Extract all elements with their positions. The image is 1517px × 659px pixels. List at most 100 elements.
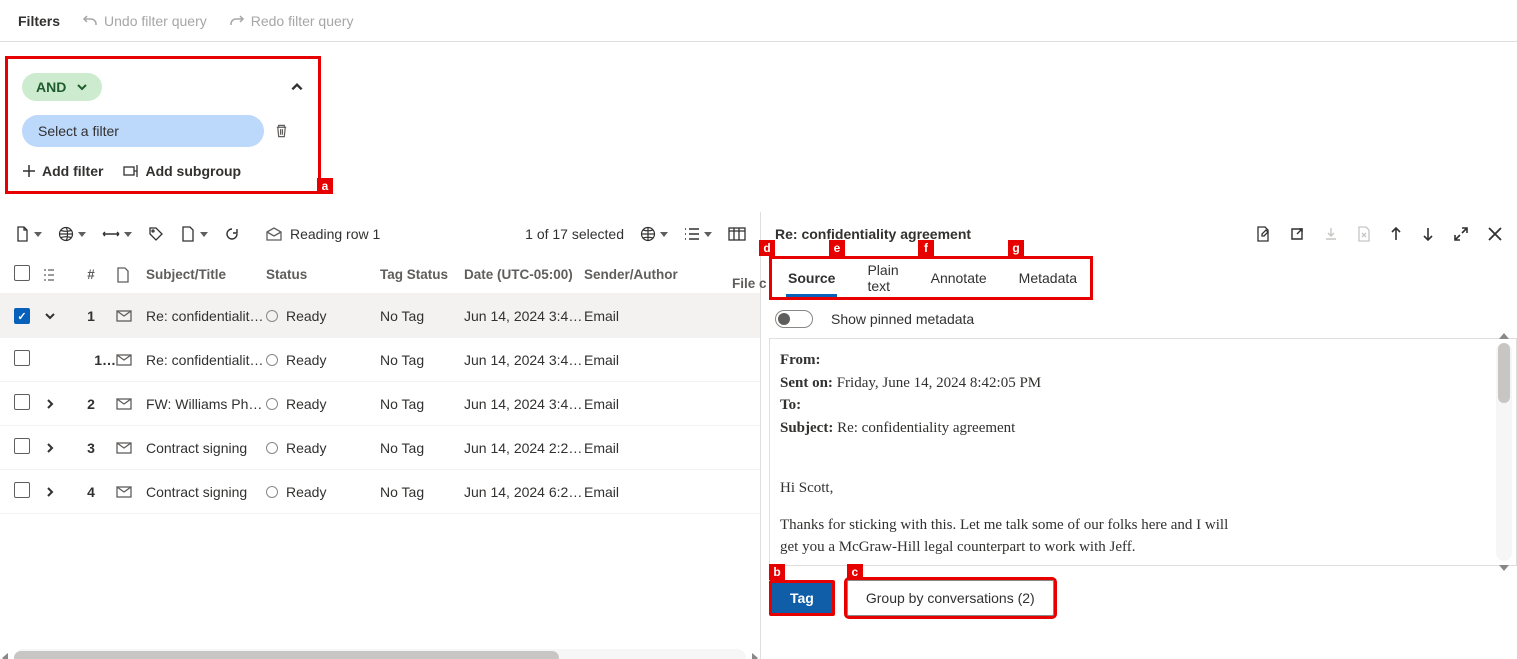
row-tag: No Tag xyxy=(380,396,464,412)
table-header: # Subject/Title Status Tag Status Date (… xyxy=(0,256,760,294)
file-icon-button[interactable] xyxy=(14,226,42,242)
globe-options-button[interactable] xyxy=(58,226,86,242)
col-tag[interactable]: Tag Status xyxy=(380,267,464,282)
delete-preview-button[interactable] xyxy=(1357,226,1371,242)
redo-filter-button[interactable]: Redo filter query xyxy=(229,13,354,29)
col-status[interactable]: Status xyxy=(266,267,380,282)
row-date: Jun 14, 2024 3:42:0… xyxy=(464,308,584,324)
tab-metadata[interactable]: Metadata xyxy=(1003,259,1093,297)
add-subgroup-button[interactable]: Add subgroup xyxy=(123,163,241,179)
callout-g: g xyxy=(1008,240,1024,256)
tab-plain-text[interactable]: Plain text xyxy=(851,259,914,297)
tag-icon-button[interactable] xyxy=(148,226,164,242)
vertical-scrollbar[interactable] xyxy=(1496,343,1512,561)
locale-button[interactable] xyxy=(640,226,668,242)
download-button[interactable] xyxy=(1323,226,1339,242)
table-row[interactable]: 1…Re: confidentiality …ReadyNo TagJun 14… xyxy=(0,338,760,382)
select-filter-pill[interactable]: Select a filter xyxy=(22,115,264,147)
show-pinned-toggle[interactable] xyxy=(775,310,813,328)
col-date[interactable]: Date (UTC-05:00) xyxy=(464,267,584,282)
status-dot-icon xyxy=(266,486,278,498)
next-item-button[interactable] xyxy=(1421,226,1435,242)
undo-filter-button[interactable]: Undo filter query xyxy=(82,13,207,29)
select-all-checkbox[interactable] xyxy=(14,265,30,281)
sent-label: Sent on: xyxy=(780,375,833,391)
columns-button[interactable] xyxy=(728,227,746,241)
undo-icon xyxy=(82,13,98,29)
row-checkbox[interactable] xyxy=(14,438,30,454)
popout-button[interactable] xyxy=(1289,226,1305,242)
col-sender[interactable]: Sender/Author xyxy=(584,267,704,282)
row-number: 1 xyxy=(66,308,116,324)
chevron-down-icon xyxy=(124,232,132,237)
row-number: 4 xyxy=(66,484,116,500)
chevron-down-icon xyxy=(660,232,668,237)
filters-heading: Filters xyxy=(18,13,60,29)
group-conversations-button[interactable]: Group by conversations (2) xyxy=(847,580,1054,616)
mail-icon xyxy=(116,486,146,498)
row-checkbox[interactable] xyxy=(14,350,30,366)
email-body-text: Thanks for sticking with this. Let me ta… xyxy=(780,514,1250,559)
callout-f: f xyxy=(918,240,934,256)
row-checkbox[interactable] xyxy=(14,394,30,410)
collapse-group-button[interactable] xyxy=(290,80,304,94)
expand-row-toggle[interactable] xyxy=(42,398,58,410)
row-subject: Re: confidentiality … xyxy=(146,352,266,368)
chevron-down-icon xyxy=(704,232,712,237)
chevron-down-icon xyxy=(78,232,86,237)
row-date: Jun 14, 2024 3:42:0… xyxy=(464,396,584,412)
row-checkbox[interactable] xyxy=(14,482,30,498)
mail-icon xyxy=(116,310,146,322)
expand-row-toggle[interactable] xyxy=(42,442,58,454)
expand-pane-button[interactable] xyxy=(1453,226,1469,242)
row-number: 2 xyxy=(66,396,116,412)
row-subject: Contract signing xyxy=(146,484,266,500)
col-number[interactable]: # xyxy=(66,267,116,282)
chevron-down-icon xyxy=(34,232,42,237)
scroll-thumb[interactable] xyxy=(1498,343,1510,403)
row-subject: Re: confidentiality … xyxy=(146,308,266,324)
status-dot-icon xyxy=(266,398,278,410)
chevron-down-icon xyxy=(44,310,56,322)
tab-source[interactable]: Source xyxy=(772,259,851,297)
table-row[interactable]: 2FW: Williams Physi…ReadyNo TagJun 14, 2… xyxy=(0,382,760,426)
edit-button[interactable] xyxy=(1255,226,1271,242)
prev-item-button[interactable] xyxy=(1389,226,1403,242)
refresh-button[interactable] xyxy=(224,226,240,242)
page-action-button[interactable] xyxy=(180,226,208,242)
row-status: Ready xyxy=(266,352,380,368)
tab-annotate[interactable]: Annotate xyxy=(915,259,1003,297)
close-pane-button[interactable] xyxy=(1487,226,1503,242)
table-row[interactable]: 3Contract signingReadyNo TagJun 14, 2024… xyxy=(0,426,760,470)
table-row[interactable]: ✓1Re: confidentiality …ReadyNo TagJun 14… xyxy=(0,294,760,338)
row-checkbox[interactable]: ✓ xyxy=(14,308,30,324)
row-date: Jun 14, 2024 6:27:3… xyxy=(464,484,584,500)
row-number: 1… xyxy=(66,352,116,368)
tag-button[interactable]: Tag xyxy=(769,580,835,616)
stretch-icon xyxy=(102,229,120,239)
row-tag: No Tag xyxy=(380,352,464,368)
scroll-thumb[interactable] xyxy=(14,651,559,659)
file-type-icon[interactable] xyxy=(116,267,130,283)
callout-b: b xyxy=(769,564,785,580)
horizontal-scrollbar[interactable] xyxy=(14,649,746,659)
operator-pill[interactable]: AND xyxy=(22,73,102,101)
group-button[interactable] xyxy=(684,227,712,241)
delete-filter-button[interactable] xyxy=(274,123,289,139)
col-subject[interactable]: Subject/Title xyxy=(146,267,266,282)
col-fileclass[interactable]: File c xyxy=(732,276,767,291)
table-row[interactable]: 4Contract signingReadyNo TagJun 14, 2024… xyxy=(0,470,760,514)
sent-value: Friday, June 14, 2024 8:42:05 PM xyxy=(837,375,1041,391)
trash-icon xyxy=(274,123,289,139)
mail-icon xyxy=(116,354,146,366)
reading-row-label: Reading row 1 xyxy=(290,226,380,242)
row-tag: No Tag xyxy=(380,440,464,456)
expand-row-button[interactable] xyxy=(102,229,132,239)
tree-icon[interactable] xyxy=(42,268,56,282)
status-dot-icon xyxy=(266,442,278,454)
expand-row-toggle[interactable] xyxy=(42,486,58,498)
redo-label: Redo filter query xyxy=(251,13,354,29)
add-filter-button[interactable]: Add filter xyxy=(22,163,103,179)
table-body: ✓1Re: confidentiality …ReadyNo TagJun 14… xyxy=(0,294,760,514)
expand-row-toggle[interactable] xyxy=(42,310,58,322)
